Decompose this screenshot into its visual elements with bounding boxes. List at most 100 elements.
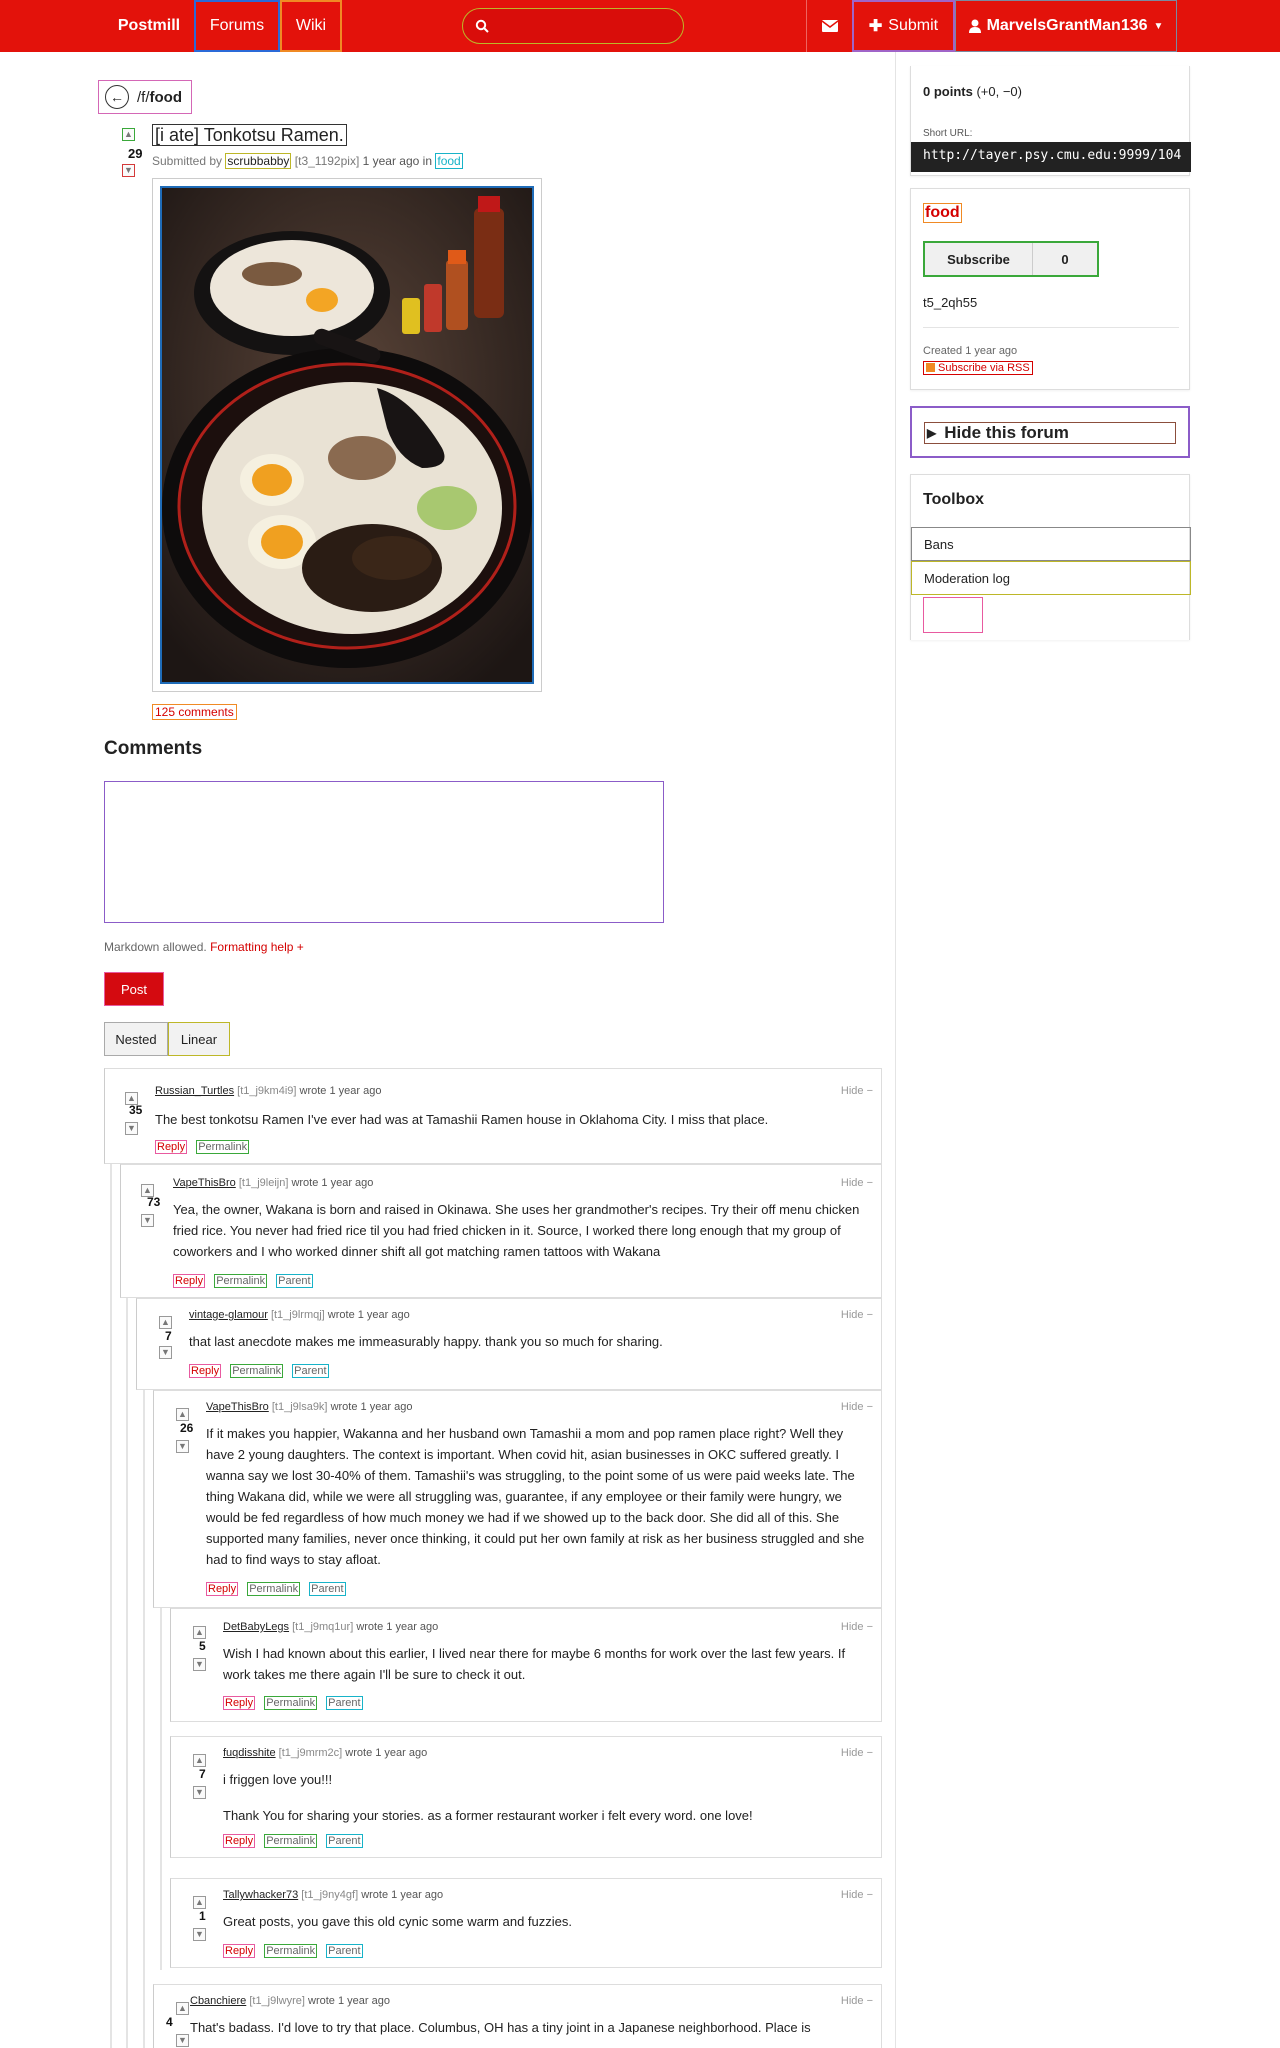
reply-link[interactable]: Reply: [223, 1834, 256, 1848]
upvote-icon[interactable]: ▲: [176, 1408, 189, 1421]
comment-time: wrote 1 year ago: [356, 1621, 439, 1633]
hide-comment-button[interactable]: Hide −: [841, 1177, 873, 1189]
reply-link[interactable]: Reply: [206, 1582, 239, 1596]
user-menu-button[interactable]: MarvelsGrantMan136 ▼: [955, 0, 1177, 52]
formatting-help-link[interactable]: Formatting help +: [210, 940, 304, 954]
hide-comment-button[interactable]: Hide −: [841, 1747, 873, 1759]
parent-link[interactable]: Parent: [292, 1364, 329, 1378]
post-title[interactable]: [i ate] Tonkotsu Ramen.: [152, 124, 347, 146]
reply-link[interactable]: Reply: [155, 1140, 188, 1154]
comments-count-link[interactable]: 125 comments: [152, 704, 237, 720]
nav-forums[interactable]: Forums: [194, 0, 280, 52]
upvote-icon[interactable]: ▲: [193, 1754, 206, 1767]
permalink-link[interactable]: Permalink: [196, 1140, 250, 1154]
reply-link[interactable]: Reply: [223, 1696, 256, 1710]
post-author-link[interactable]: scrubbabby: [225, 153, 292, 169]
thread-line: [143, 1300, 145, 2048]
upvote-icon[interactable]: ▲: [193, 1896, 206, 1909]
parent-link[interactable]: Parent: [326, 1696, 363, 1710]
subscribe-button[interactable]: Subscribe: [925, 243, 1033, 275]
downvote-icon[interactable]: ▼: [193, 1658, 206, 1671]
comment-body: Wish I had known about this earlier, I l…: [223, 1646, 846, 1682]
downvote-icon[interactable]: ▼: [193, 1928, 206, 1941]
comment: ▲ 26 ▼ VapeThisBro [t1_j9lsa9k] wrote 1 …: [153, 1390, 882, 1608]
comment-author-link[interactable]: Cbanchiere: [190, 1995, 246, 2007]
comment-author-link[interactable]: VapeThisBro: [206, 1401, 269, 1413]
permalink-link[interactable]: Permalink: [264, 1944, 318, 1958]
user-icon: [968, 19, 981, 33]
comment-time: wrote 1 year ago: [299, 1085, 382, 1097]
bans-link[interactable]: Bans: [911, 527, 1191, 561]
comment-id: [t1_j9km4i9]: [237, 1085, 297, 1097]
parent-link[interactable]: Parent: [276, 1274, 313, 1288]
search-input[interactable]: [497, 18, 677, 34]
subscriber-count: 0: [1033, 243, 1097, 275]
comment-score: 1: [199, 1909, 206, 1923]
search-box[interactable]: [462, 8, 684, 44]
post-image-link[interactable]: [152, 178, 542, 692]
reply-link[interactable]: Reply: [173, 1274, 206, 1288]
post-forum-link[interactable]: food: [435, 153, 463, 169]
permalink-link[interactable]: Permalink: [264, 1834, 318, 1848]
permalink-link[interactable]: Permalink: [214, 1274, 268, 1288]
post-upvote-icon[interactable]: ▲: [122, 128, 135, 141]
triangle-right-icon: ▶: [927, 426, 937, 440]
submitted-by-label: Submitted by: [152, 154, 223, 168]
hide-comment-button[interactable]: Hide −: [841, 1085, 873, 1097]
post-meta: Submitted by scrubbabby [t3_1192pix] 1 y…: [152, 153, 463, 169]
comment-author-link[interactable]: DetBabyLegs: [223, 1621, 289, 1633]
comment-author-link[interactable]: VapeThisBro: [173, 1177, 236, 1189]
markdown-note: Markdown allowed. Formatting help +: [104, 940, 304, 954]
toolbox-extra-link[interactable]: [923, 597, 983, 633]
post-downvote-icon[interactable]: ▼: [122, 164, 135, 177]
reply-link[interactable]: Reply: [189, 1364, 222, 1378]
permalink-link[interactable]: Permalink: [247, 1582, 301, 1596]
parent-link[interactable]: Parent: [309, 1582, 346, 1596]
hide-comment-button[interactable]: Hide −: [841, 1401, 873, 1413]
downvote-icon[interactable]: ▼: [176, 2034, 189, 2047]
comment-author-link[interactable]: Tallywhacker73: [223, 1889, 298, 1901]
downvote-icon[interactable]: ▼: [193, 1786, 206, 1799]
downvote-icon[interactable]: ▼: [125, 1122, 138, 1135]
upvote-icon[interactable]: ▲: [159, 1316, 172, 1329]
hide-comment-button[interactable]: Hide −: [841, 1621, 873, 1633]
forum-name-link[interactable]: food: [923, 203, 962, 223]
messages-button[interactable]: [806, 0, 852, 52]
reply-link[interactable]: Reply: [223, 1944, 256, 1958]
permalink-link[interactable]: Permalink: [264, 1696, 318, 1710]
comment-score: 73: [147, 1195, 161, 1209]
tab-nested[interactable]: Nested: [104, 1022, 168, 1056]
hide-comment-button[interactable]: Hide −: [841, 1995, 873, 2007]
comment-author-link[interactable]: Russian_Turtles: [155, 1085, 234, 1097]
hide-comment-button[interactable]: Hide −: [841, 1309, 873, 1321]
post-id: [t3_1192pix]: [294, 154, 360, 168]
submit-button[interactable]: ✚ Submit: [852, 0, 955, 52]
ramen-photo: [160, 186, 534, 684]
hide-forum-toggle[interactable]: ▶ Hide this forum: [924, 422, 1176, 444]
tab-linear[interactable]: Linear: [168, 1022, 230, 1056]
upvote-icon[interactable]: ▲: [176, 2002, 189, 2015]
hide-comment-button[interactable]: Hide −: [841, 1889, 873, 1901]
upvote-icon[interactable]: ▲: [193, 1626, 206, 1639]
brand-logo[interactable]: Postmill: [104, 0, 194, 52]
downvote-icon[interactable]: ▼: [159, 1346, 172, 1359]
short-url-label: Short URL:: [923, 128, 973, 139]
moderation-log-link[interactable]: Moderation log: [911, 561, 1191, 595]
downvote-icon[interactable]: ▼: [176, 1440, 189, 1453]
comment-author-link[interactable]: fuqdisshite: [223, 1747, 276, 1759]
points-display: 0 points (+0, −0): [923, 84, 1022, 99]
nav-wiki[interactable]: Wiki: [280, 0, 342, 52]
short-url-field[interactable]: http://tayer.psy.cmu.edu:9999/104: [911, 142, 1191, 172]
parent-link[interactable]: Parent: [326, 1944, 363, 1958]
comment-body: that last anecdote makes me immeasurably…: [189, 1334, 663, 1349]
comment-textarea[interactable]: [104, 781, 664, 923]
rss-subscribe-link[interactable]: Subscribe via RSS: [923, 361, 1033, 375]
post-comment-button[interactable]: Post: [104, 972, 164, 1006]
permalink-link[interactable]: Permalink: [230, 1364, 284, 1378]
downvote-icon[interactable]: ▼: [141, 1214, 154, 1227]
parent-link[interactable]: Parent: [326, 1834, 363, 1848]
breadcrumb-prefix: /f/: [137, 88, 150, 106]
forum-created: Created 1 year ago: [923, 345, 1018, 357]
comment-author-link[interactable]: vintage-glamour: [189, 1309, 268, 1321]
back-to-forum-link[interactable]: ← /f/food: [98, 80, 192, 114]
